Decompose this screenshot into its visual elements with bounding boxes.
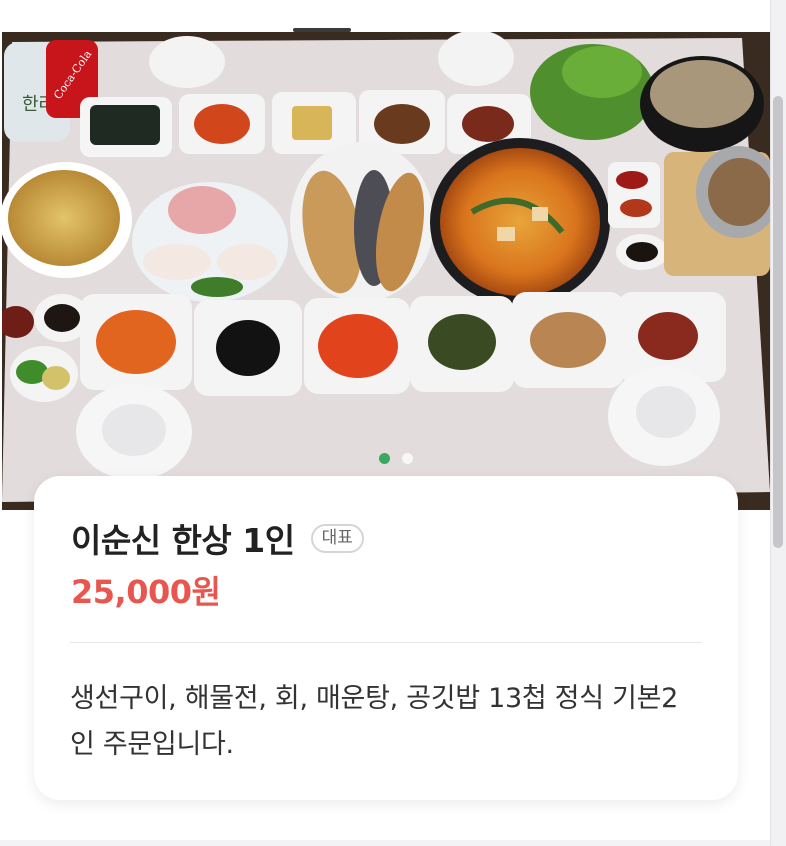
carousel-indicators — [12, 453, 770, 465]
carousel-dot-1[interactable] — [379, 453, 390, 464]
bottom-divider — [0, 840, 770, 846]
carousel-dot-2[interactable] — [402, 453, 413, 464]
divider — [70, 642, 702, 643]
signature-badge: 대표 — [310, 523, 364, 553]
title-row: 이순신 한상 1인 대표 — [71, 514, 364, 562]
menu-title: 이순신 한상 1인 — [71, 521, 295, 560]
menu-description: 생선구이, 해물전, 회, 매운탕, 공깃밥 13첩 정식 기본2인 주문입니다… — [70, 683, 679, 760]
menu-photo-carousel[interactable]: 한라산 Coca-Cola — [2, 32, 770, 510]
menu-photo: 한라산 Coca-Cola — [2, 32, 770, 510]
scrollbar-thumb[interactable] — [773, 96, 783, 548]
menu-info-card: 이순신 한상 1인 대표 25,000원 생선구이, 해물전, 회, 매운탕, … — [34, 476, 738, 800]
seafood-pancake — [8, 170, 120, 266]
menu-price: 25,000원 — [71, 573, 221, 611]
spicy-fish-stew — [440, 148, 600, 296]
top-strip — [0, 0, 770, 32]
